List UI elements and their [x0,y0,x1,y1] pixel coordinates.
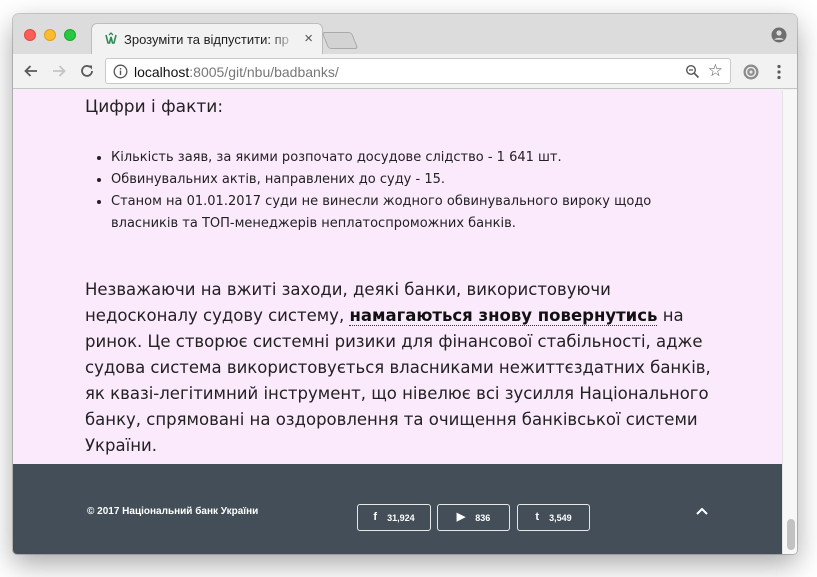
youtube-share-button[interactable]: ▶ 836 [437,504,510,531]
tab-close-icon[interactable]: × [304,31,313,47]
page-scrollbar[interactable] [782,90,797,554]
return-to-market-link[interactable]: намагаються знову повернутись [349,306,658,326]
minimize-window-button[interactable] [44,29,56,41]
list-item: Станом на 01.01.2017 суди не винесли жод… [111,191,683,235]
address-bar[interactable]: localhost:8005/git/nbu/badbanks/ ☆ [105,58,731,84]
list-item: Обвинувальних актів, направлених до суду… [111,169,683,191]
profile-icon[interactable] [771,27,787,43]
back-arrow-icon[interactable] [22,62,40,80]
url-path: :8005/git/nbu/badbanks/ [189,64,339,80]
youtube-icon: ▶ [456,511,466,523]
zoom-icon[interactable] [685,64,700,79]
twitter-share-button[interactable]: t 3,549 [517,504,590,531]
page-footer: © 2017 Національний банк України f 31,92… [13,464,782,554]
url-text[interactable]: localhost:8005/git/nbu/badbanks/ [134,64,339,80]
list-item: Кількість заяв, за якими розпочато досуд… [111,147,683,169]
nbu-favicon-icon [105,32,117,44]
scrollbar-thumb[interactable] [787,519,795,550]
facts-list: Кількість заяв, за якими розпочато досуд… [93,147,683,235]
paragraph-text-end: на ринок. Це створює системні ризики для… [85,306,711,455]
twitter-share-count: 3,549 [549,512,572,523]
copyright-text: © 2017 Національний банк України [87,506,259,517]
url-host: localhost [134,64,190,80]
twitter-icon: t [535,511,540,523]
tab-title: Зрозуміти та відпустити: пр [124,32,289,47]
browser-toolbar: localhost:8005/git/nbu/badbanks/ ☆ [13,54,797,89]
main-paragraph: Незважаючи на вжиті заходи, деякі банки,… [85,277,725,459]
close-window-button[interactable] [24,29,36,41]
youtube-share-count: 836 [475,512,491,523]
extension-icon[interactable] [742,63,760,81]
new-tab-button[interactable] [321,32,359,49]
bookmark-star-icon[interactable]: ☆ [708,62,723,80]
facebook-share-button[interactable]: f 31,924 [357,504,431,531]
chevron-up-icon[interactable] [695,506,709,516]
facts-heading: Цифри і факти: [85,97,224,117]
kebab-menu-icon[interactable] [773,63,785,81]
tab-active[interactable]: Зрозуміти та відпустити: пр × [91,23,323,54]
page-viewport: Цифри і факти: Кількість заяв, за якими … [13,90,797,554]
content-section: Цифри і факти: Кількість заяв, за якими … [13,90,782,464]
tab-strip: Зрозуміти та відпустити: пр × [13,14,797,54]
reload-icon[interactable] [78,62,96,80]
browser-window: Зрозуміти та відпустити: пр × localhost:… [13,14,797,554]
maximize-window-button[interactable] [64,29,76,41]
forward-arrow-icon[interactable] [50,62,68,80]
facebook-share-count: 31,924 [387,512,415,523]
info-icon[interactable] [113,64,128,79]
facebook-icon: f [373,511,378,523]
